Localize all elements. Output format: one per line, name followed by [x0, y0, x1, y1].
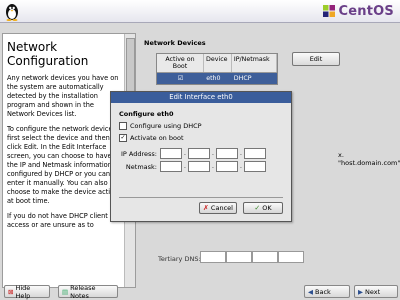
octet-dot: .	[184, 150, 186, 157]
ok-button[interactable]: ✓ OK	[243, 202, 283, 214]
cancel-button[interactable]: ✗ Cancel	[199, 202, 237, 214]
ip-octet-input[interactable]	[160, 148, 182, 159]
ip-octet-input[interactable]	[188, 148, 210, 159]
netmask-label: Netmask:	[125, 162, 157, 171]
edit-button[interactable]: Edit	[292, 52, 340, 66]
dns-field[interactable]	[252, 251, 278, 263]
table-header: Active on Boot Device IP/Netmask	[157, 54, 277, 73]
release-notes-button[interactable]: ▤ Release Notes	[58, 283, 118, 300]
help-paragraph: If you do not have DHCP client access or…	[7, 212, 108, 229]
installer-header: CentOS	[0, 0, 400, 23]
release-notes-label: Release Notes	[70, 283, 96, 300]
column-header[interactable]: Device	[204, 54, 232, 72]
cancel-label: Cancel	[210, 204, 233, 212]
arrow-left-icon: ◀	[308, 287, 313, 296]
hide-help-label: Hide Help	[15, 283, 31, 300]
help-title: Network Configuration	[7, 40, 89, 68]
dialog-title: Edit Interface eth0	[111, 92, 291, 103]
hostname-hint: x. "host.domain.com")	[338, 151, 400, 167]
octet-dot: .	[184, 163, 186, 170]
centos-emblem-icon	[322, 5, 335, 17]
centos-logo: CentOS	[322, 2, 394, 20]
configure-label: Configure eth0	[119, 110, 174, 118]
ok-check-icon: ✓	[254, 204, 261, 212]
network-devices-table: Active on Boot Device IP/Netmask ☑ eth0 …	[156, 53, 278, 85]
ip-octet-input[interactable]	[244, 148, 266, 159]
hide-help-button[interactable]: ⊠ Hide Help	[4, 283, 50, 300]
column-header[interactable]: IP/Netmask	[232, 54, 277, 72]
back-label: Back	[315, 287, 331, 296]
column-header[interactable]: Active on Boot	[157, 54, 204, 72]
next-label: Next	[365, 287, 381, 296]
boot-label: Activate on boot	[130, 134, 184, 142]
tux-logo-icon	[6, 4, 18, 21]
edit-interface-dialog: Edit Interface eth0 Configure eth0 Confi…	[110, 91, 292, 222]
cancel-icon: ✗	[203, 204, 209, 212]
dns-field[interactable]	[278, 251, 304, 263]
centos-wordmark: CentOS	[338, 3, 394, 19]
active-checkbox[interactable]: ☑	[157, 73, 204, 84]
device-cell: eth0	[206, 75, 221, 82]
arrow-right-icon: ▶	[358, 287, 363, 296]
ip-address-row: IP Address: . . .	[119, 148, 283, 159]
dialog-separator	[119, 197, 283, 198]
netmask-octet-input[interactable]	[244, 161, 266, 172]
next-button[interactable]: ▶ Next	[354, 285, 398, 298]
ip-address-label: IP Address:	[121, 149, 157, 158]
help-paragraph: To configure the network device, first s…	[7, 125, 119, 205]
octet-dot: .	[240, 150, 242, 157]
dns-field[interactable]	[226, 251, 252, 263]
help-paragraph: Any network devices you have on the syst…	[7, 74, 119, 118]
back-button[interactable]: ◀ Back	[304, 285, 350, 298]
netmask-octet-input[interactable]	[160, 161, 182, 172]
octet-dot: .	[212, 150, 214, 157]
boot-option[interactable]: ✓ Activate on boot	[119, 134, 283, 142]
dhcp-option[interactable]: Configure using DHCP	[119, 122, 283, 130]
help-icon: ⊠	[8, 287, 14, 296]
dhcp-checkbox[interactable]	[119, 122, 127, 130]
network-devices-label: Network Devices	[144, 39, 206, 47]
notes-icon: ▤	[62, 287, 69, 296]
netmask-row: Netmask: . . .	[119, 161, 283, 172]
boot-checkbox[interactable]: ✓	[119, 134, 127, 142]
netmask-octet-input[interactable]	[188, 161, 210, 172]
table-row[interactable]: ☑ eth0 DHCP	[157, 73, 277, 84]
ip-netmask-cell: DHCP	[233, 75, 252, 82]
ip-octet-input[interactable]	[216, 148, 238, 159]
tertiary-dns-label: Tertiary DNS:	[158, 255, 201, 263]
dns-field[interactable]	[200, 251, 226, 263]
bottom-bar: ⊠ Hide Help ▤ Release Notes ◀ Back ▶ Nex…	[0, 283, 400, 300]
ok-label: OK	[262, 204, 272, 212]
octet-dot: .	[212, 163, 214, 170]
netmask-octet-input[interactable]	[216, 161, 238, 172]
dhcp-label: Configure using DHCP	[130, 122, 202, 130]
octet-dot: .	[240, 163, 242, 170]
